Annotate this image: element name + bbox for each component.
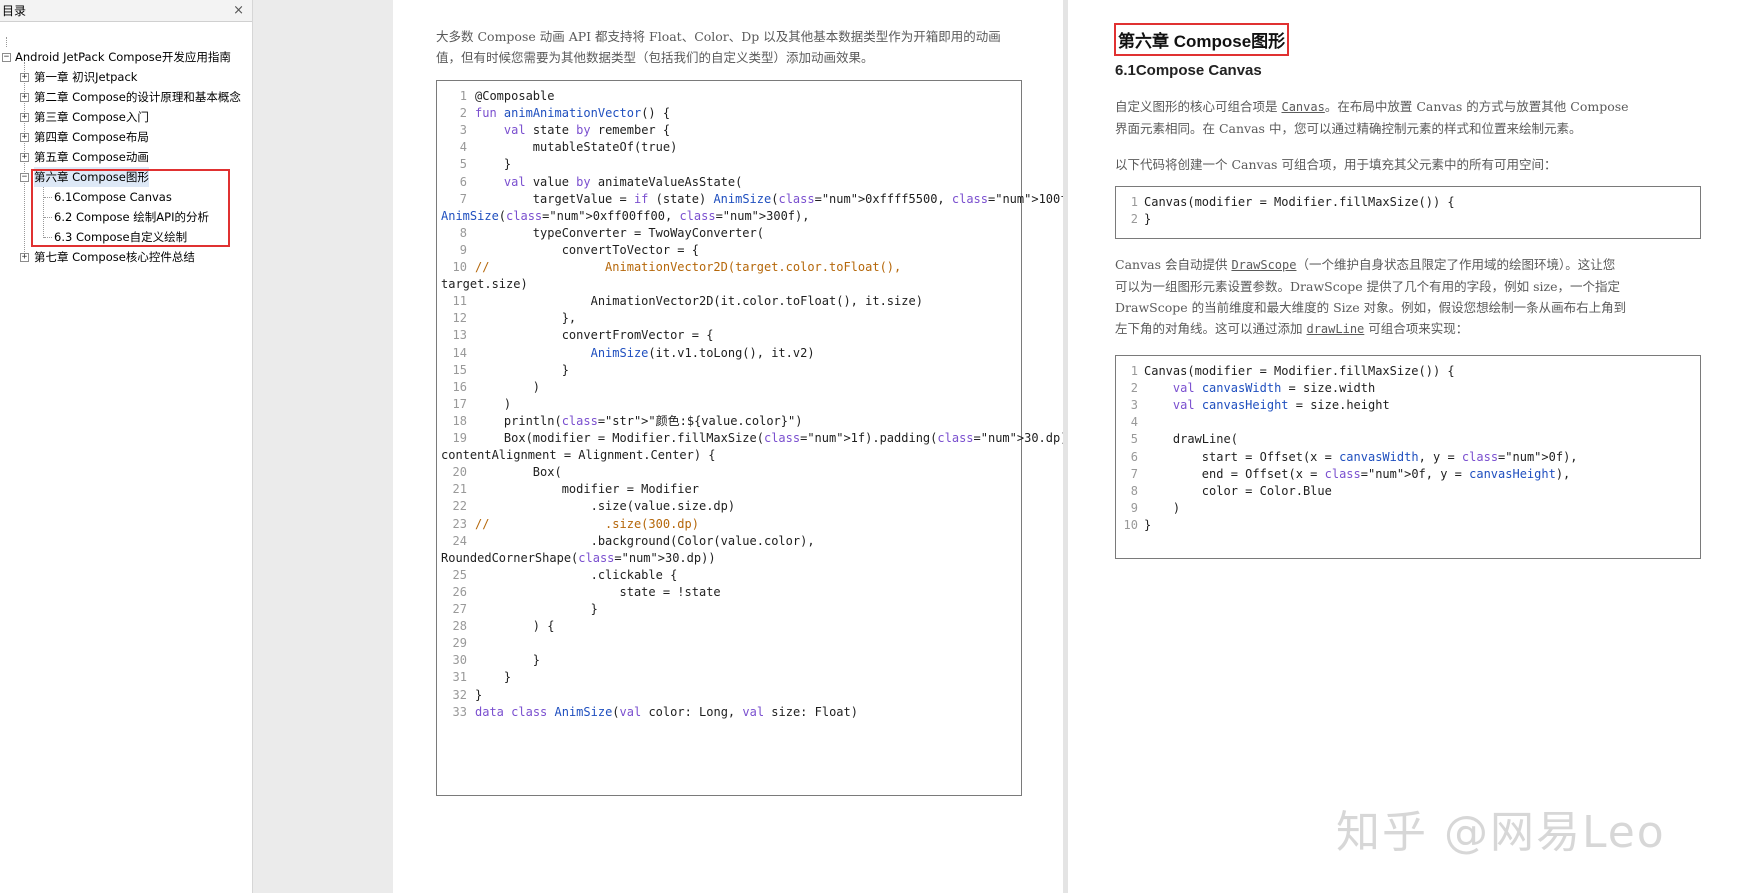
expand-icon[interactable]: +: [20, 153, 29, 162]
code-text: ) {: [475, 619, 555, 634]
toc-chapter-5[interactable]: 第五章 Compose动画: [34, 147, 149, 167]
expand-icon[interactable]: +: [20, 93, 29, 102]
expand-icon[interactable]: +: [20, 133, 29, 142]
toc-header: 目录 ×: [0, 0, 252, 22]
tree-connector: [44, 237, 52, 238]
intro-paragraph: 大多数 Compose 动画 API 都支持将 Float、Color、Dp 以…: [436, 29, 1001, 65]
code-text: }: [1144, 212, 1152, 227]
toc-chapter-2[interactable]: 第二章 Compose的设计原理和基本概念: [34, 87, 241, 107]
paragraph-text: DrawScope 的当前维度和最大维度的 Size 对象。例如，假设您想绘制一…: [1115, 300, 1627, 315]
paragraph-drawscope: Canvas 会自动提供 DrawScope（一个维护自身状态且限定了作用域的绘…: [1115, 254, 1707, 340]
drawline-link[interactable]: drawLine: [1306, 322, 1364, 336]
code-block-drawline[interactable]: 1 Canvas(modifier = Modifier.fillMaxSize(…: [1115, 355, 1701, 559]
toc-section-6-1[interactable]: 6.1Compose Canvas: [54, 187, 172, 207]
expand-icon[interactable]: +: [20, 113, 29, 122]
paragraph-text: 。在布局中放置 Canvas 的方式与放置其他 Compose: [1324, 99, 1629, 114]
code-text: data class AnimSize(val color: Long, val…: [475, 704, 858, 719]
line-number: 33: [452, 704, 467, 719]
left-page[interactable]: 大多数 Compose 动画 API 都支持将 Float、Color、Dp 以…: [393, 0, 1111, 893]
paragraph-text: 可以为一组图形元素设置参数。DrawScope 提供了几个有用的字段，例如 si…: [1115, 279, 1620, 294]
right-page[interactable]: 第六章 Compose图形 6.1Compose Canvas 自定义图形的核心…: [1068, 0, 1740, 893]
toc-root[interactable]: Android JetPack Compose开发应用指南: [15, 47, 231, 67]
line-number: 2: [1130, 212, 1138, 227]
collapse-icon[interactable]: −: [2, 53, 11, 62]
toc-chapter-6[interactable]: 第六章 Compose图形: [34, 167, 149, 187]
toc-title: 目录: [2, 4, 27, 18]
toc-sidebar: 目录 × − Android JetPack Compose开发应用指南 + 第…: [0, 0, 253, 893]
reader-window: 目录 × − Android JetPack Compose开发应用指南 + 第…: [0, 0, 1740, 893]
collapse-icon[interactable]: −: [20, 173, 29, 182]
toc-chapter-7[interactable]: 第七章 Compose核心控件总结: [34, 247, 195, 267]
paragraph-canvas-intro: 自定义图形的核心可组合项是 Canvas。在布局中放置 Canvas 的方式与放…: [1115, 96, 1705, 139]
tree-connector: [6, 37, 7, 47]
paragraph-text: 可组合项来实现：: [1364, 321, 1469, 336]
tree-connector: [44, 217, 52, 218]
chapter-title: 第六章 Compose图形: [1114, 23, 1290, 56]
watermark: 知乎 @网易Leo: [1336, 807, 1666, 858]
expand-icon[interactable]: +: [20, 73, 29, 82]
canvas-link[interactable]: Canvas: [1281, 100, 1324, 114]
expand-icon[interactable]: +: [20, 253, 29, 262]
code-text: }: [1144, 517, 1152, 532]
paragraph-code-intro: 以下代码将创建一个 Canvas 可组合项，用于填充其父元素中的所有可用空间：: [1115, 157, 1557, 172]
tree-connector: [43, 186, 44, 238]
toc-section-6-2[interactable]: 6.2 Compose 绘制API的分析: [54, 207, 209, 227]
toc-chapter-3[interactable]: 第三章 Compose入门: [34, 107, 149, 127]
toc-chapter-1[interactable]: 第一章 初识Jetpack: [34, 67, 137, 87]
paragraph-text: 左下角的对角线。这可以通过添加: [1115, 321, 1307, 336]
section-title: 6.1Compose Canvas: [1115, 62, 1262, 79]
page-gutter: [253, 0, 393, 893]
paragraph-text: 自定义图形的核心可组合项是: [1115, 99, 1282, 114]
tree-connector: [44, 197, 52, 198]
line-number: 10: [1123, 517, 1138, 532]
paragraph-text: （一个维护自身状态且限定了作用域的绘图环境）。这让您: [1296, 257, 1616, 272]
toc-section-6-3[interactable]: 6.3 Compose自定义绘制: [54, 227, 187, 247]
close-icon[interactable]: ×: [233, 0, 244, 22]
paragraph-text: Canvas 会自动提供: [1115, 257, 1232, 272]
paragraph-text: 界面元素相同。在 Canvas 中，您可以通过精确控制元素的样式和位置来绘制元素…: [1115, 121, 1582, 136]
code-block-canvas[interactable]: 1 Canvas(modifier = Modifier.fillMaxSize(…: [1115, 186, 1701, 239]
drawscope-link[interactable]: DrawScope: [1231, 258, 1296, 272]
toc-chapter-4[interactable]: 第四章 Compose布局: [34, 127, 149, 147]
code-block-anim[interactable]: 1 @Composable 2 fun animAnimationVector() {…: [436, 80, 1111, 796]
code-text: val canvasHeight = size.height: [1172, 398, 1390, 413]
